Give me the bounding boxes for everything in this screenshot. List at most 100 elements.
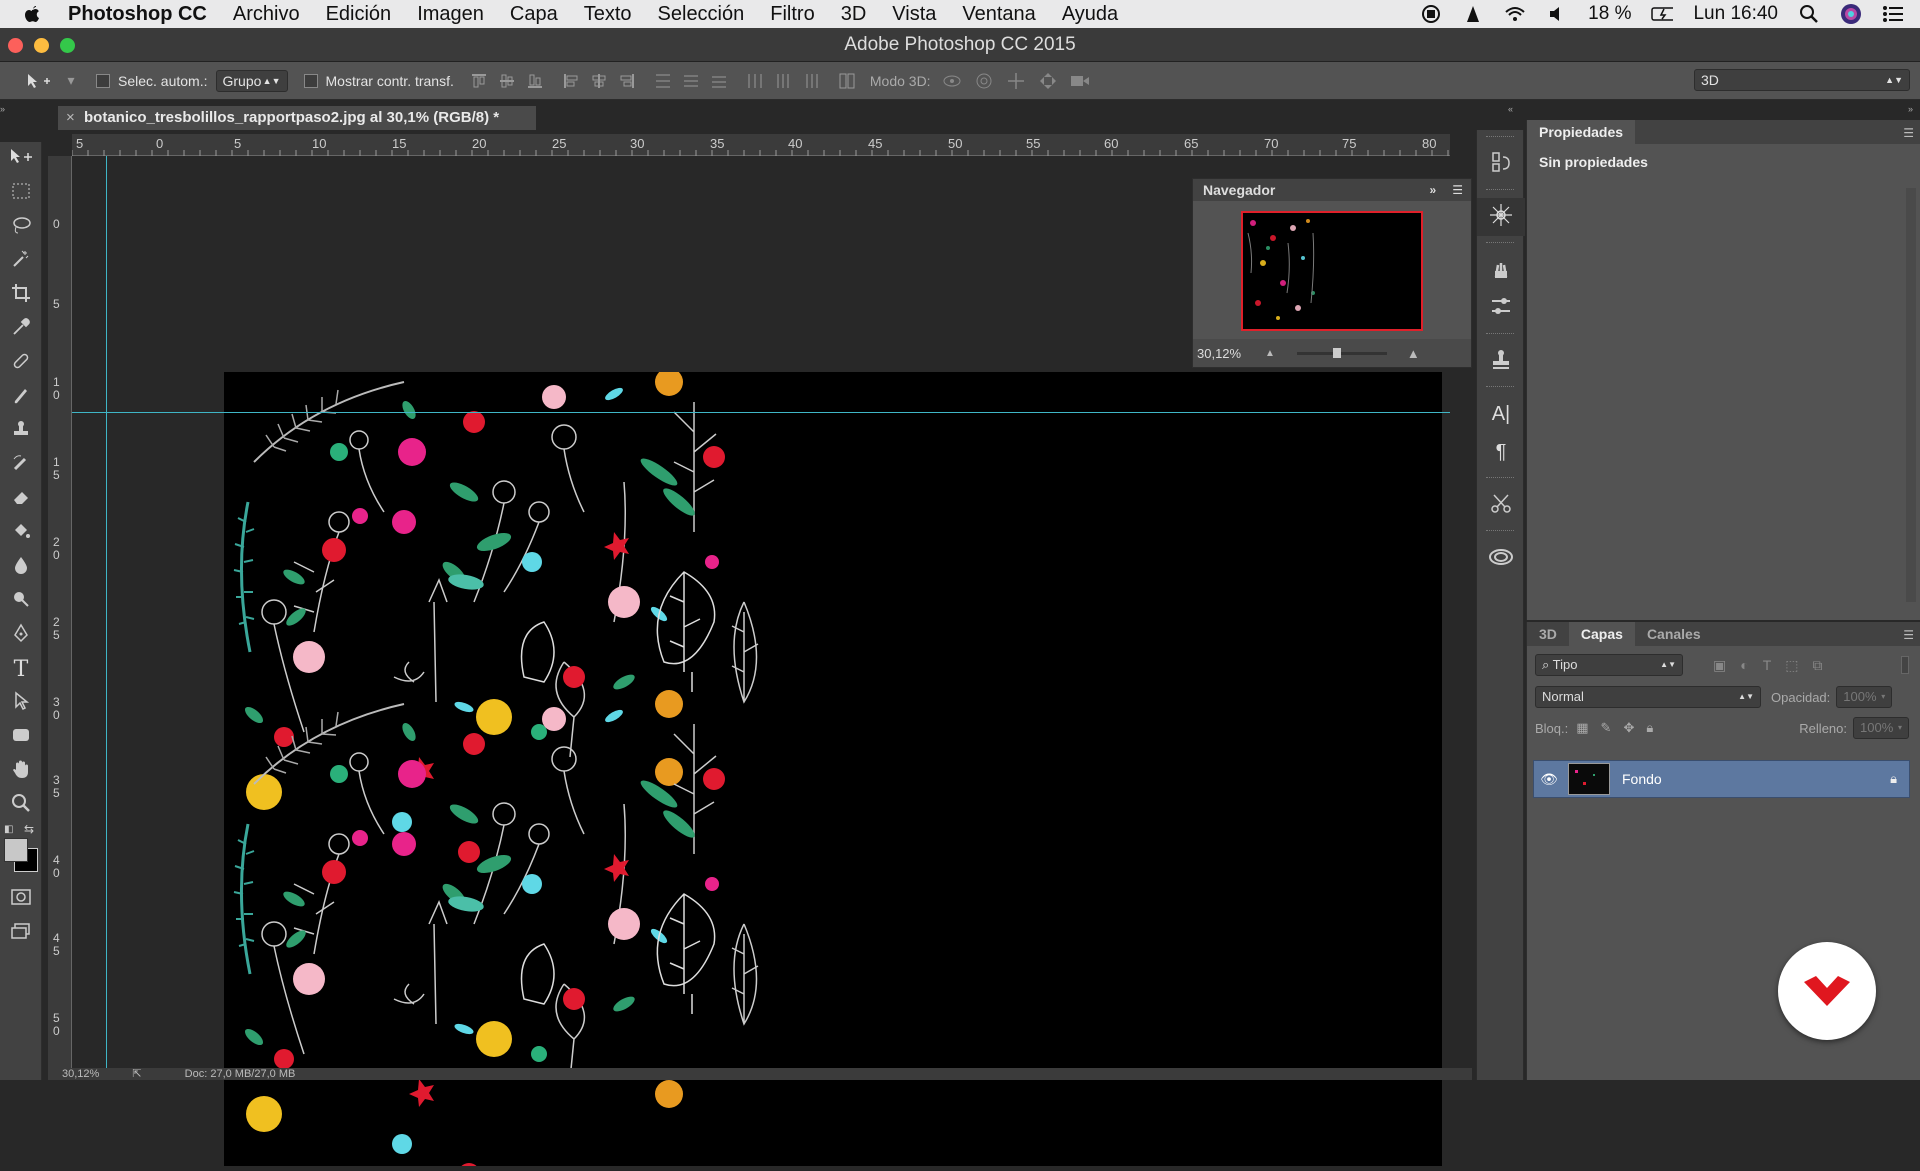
move-tool-preset-icon[interactable] xyxy=(24,70,54,92)
filter-shape-icon[interactable]: ⬚ xyxy=(1785,657,1798,674)
navigator-zoom-value[interactable]: 30,12% xyxy=(1197,346,1251,361)
record-icon[interactable] xyxy=(1420,3,1442,25)
workspace-dropdown[interactable]: 3D ▲▼ xyxy=(1694,69,1910,91)
pan-3d-icon[interactable] xyxy=(1005,70,1027,92)
history-brush-tool[interactable] xyxy=(0,448,42,482)
align-right-icon[interactable] xyxy=(616,70,638,92)
spotlight-search-icon[interactable] xyxy=(1798,3,1820,25)
app-name[interactable]: Photoshop CC xyxy=(68,3,207,26)
menu-vista[interactable]: Vista xyxy=(892,3,936,26)
panel-menu-icon[interactable]: ☰ xyxy=(1452,183,1463,197)
collapse-iconic-panels-icon[interactable]: « xyxy=(1508,104,1520,114)
tab-channels[interactable]: Canales xyxy=(1635,622,1713,646)
clock[interactable]: Lun 16:40 xyxy=(1693,3,1778,25)
filter-toggle-switch[interactable] xyxy=(1901,656,1909,674)
adjustments-panel-button[interactable] xyxy=(1477,289,1525,327)
distribute-top-icon[interactable] xyxy=(652,70,674,92)
close-document-icon[interactable]: × xyxy=(66,106,75,130)
volume-icon[interactable] xyxy=(1546,3,1568,25)
roll-3d-icon[interactable] xyxy=(973,70,995,92)
crop-tool[interactable] xyxy=(0,278,42,312)
layer-filter-dropdown[interactable]: ⌕ Tipo ▲▼ xyxy=(1535,654,1683,676)
lock-pixels-icon[interactable]: ✎ xyxy=(1601,720,1612,736)
battery-icon[interactable] xyxy=(1651,3,1674,25)
layer-name[interactable]: Fondo xyxy=(1622,771,1662,787)
expand-toolbar-icon[interactable]: » xyxy=(0,104,10,114)
hand-tool[interactable] xyxy=(0,754,42,788)
menu-capa[interactable]: Capa xyxy=(510,3,558,26)
zoom-slider-thumb[interactable] xyxy=(1332,347,1341,358)
tab-properties[interactable]: Propiedades xyxy=(1527,120,1636,144)
layer-row[interactable]: 👁︎ Fondo 🔒︎ xyxy=(1533,760,1910,798)
filter-smart-object-icon[interactable]: ⧉ xyxy=(1813,657,1823,674)
status-info-icon[interactable]: ⇱ xyxy=(132,1068,141,1080)
document-tab[interactable]: × botanico_tresbolillos_rapportpaso2.jpg… xyxy=(58,106,536,130)
vlc-icon[interactable] xyxy=(1462,3,1484,25)
distribute-left-icon[interactable] xyxy=(744,70,766,92)
horizontal-guide[interactable] xyxy=(72,412,1450,413)
menu-texto[interactable]: Texto xyxy=(584,3,632,26)
menu-3d[interactable]: 3D xyxy=(841,3,867,26)
navigator-proxy-view[interactable] xyxy=(1241,211,1423,331)
swap-colors-icon[interactable]: ⇆ xyxy=(24,822,34,836)
eraser-tool[interactable] xyxy=(0,482,42,516)
brush-tool[interactable] xyxy=(0,380,42,414)
collapse-panel-icon[interactable]: » xyxy=(1430,183,1437,197)
panel-menu-icon[interactable]: ☰ xyxy=(1903,628,1914,642)
lock-all-icon[interactable]: 🔒︎ xyxy=(1646,720,1653,736)
lock-transparent-icon[interactable]: ▦ xyxy=(1576,720,1588,736)
clone-stamp-tool[interactable] xyxy=(0,414,42,448)
libraries-panel-button[interactable] xyxy=(1477,539,1525,577)
menu-filtro[interactable]: Filtro xyxy=(770,3,814,26)
pen-tool[interactable] xyxy=(0,618,42,652)
notification-center-icon[interactable] xyxy=(1882,3,1904,25)
lock-position-icon[interactable]: ✥ xyxy=(1623,720,1634,736)
distribute-bottom-icon[interactable] xyxy=(708,70,730,92)
healing-brush-tool[interactable] xyxy=(0,346,42,380)
menu-edicion[interactable]: Edición xyxy=(326,3,392,26)
distribute-right-icon[interactable] xyxy=(800,70,822,92)
paint-bucket-tool[interactable] xyxy=(0,516,42,550)
orbit-3d-icon[interactable] xyxy=(941,70,963,92)
zoom-tool[interactable] xyxy=(0,788,42,822)
auto-align-layers-icon[interactable] xyxy=(836,70,858,92)
foreground-color-swatch[interactable] xyxy=(4,838,28,862)
magic-wand-tool[interactable] xyxy=(0,244,42,278)
auto-select-dropdown[interactable]: Grupo ▲▼ xyxy=(215,69,288,92)
minimize-window-button[interactable] xyxy=(34,38,49,53)
document-canvas[interactable] xyxy=(224,368,1442,1171)
character-panel-button[interactable]: A| xyxy=(1477,395,1525,433)
align-top-icon[interactable] xyxy=(468,70,490,92)
filter-pixel-icon[interactable]: ▣ xyxy=(1713,657,1726,674)
align-bottom-icon[interactable] xyxy=(524,70,546,92)
quick-mask-button[interactable] xyxy=(0,882,42,916)
align-left-icon[interactable] xyxy=(560,70,582,92)
layer-lock-icon[interactable]: 🔒︎ xyxy=(1890,771,1897,787)
align-hcenter-icon[interactable] xyxy=(588,70,610,92)
lasso-tool[interactable] xyxy=(0,210,42,244)
blur-tool[interactable] xyxy=(0,550,42,584)
eyedropper-tool[interactable] xyxy=(0,312,42,346)
screen-mode-button[interactable] xyxy=(0,916,42,950)
vertical-guide[interactable] xyxy=(106,156,107,1080)
zoom-window-button[interactable] xyxy=(60,38,75,53)
history-panel-button[interactable] xyxy=(1477,145,1525,183)
close-window-button[interactable] xyxy=(8,38,23,53)
panel-menu-icon[interactable]: ☰ xyxy=(1903,126,1914,140)
slide-3d-icon[interactable] xyxy=(1037,70,1059,92)
collapse-panels-icon[interactable]: » xyxy=(1908,104,1920,114)
paragraph-panel-button[interactable]: ¶ xyxy=(1477,433,1525,471)
menu-archivo[interactable]: Archivo xyxy=(233,3,300,26)
distribute-hcenter-icon[interactable] xyxy=(772,70,794,92)
menu-imagen[interactable]: Imagen xyxy=(417,3,484,26)
dodge-tool[interactable] xyxy=(0,584,42,618)
vertical-ruler[interactable]: 0 5 10 15 20 25 30 35 40 45 50 xyxy=(48,156,72,1080)
default-colors-icon[interactable]: ◧ xyxy=(4,824,13,835)
scale-3d-icon[interactable] xyxy=(1069,70,1091,92)
menu-seleccion[interactable]: Selección xyxy=(658,3,745,26)
distribute-vcenter-icon[interactable] xyxy=(680,70,702,92)
zoom-in-icon[interactable]: ▲ xyxy=(1407,346,1420,361)
opacity-field[interactable]: 100% ▾ xyxy=(1836,686,1893,708)
fill-field[interactable]: 100% ▾ xyxy=(1853,717,1909,739)
horizontal-ruler[interactable]: 5 0 5 10 15 20 25 30 35 40 45 50 55 60 6… xyxy=(72,134,1450,156)
